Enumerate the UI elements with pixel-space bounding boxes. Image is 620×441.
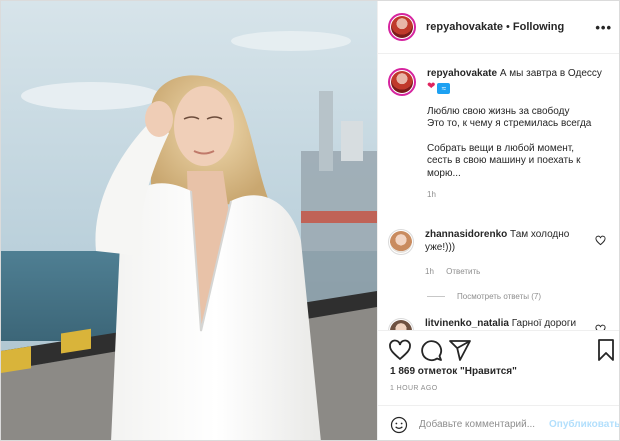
reply-button[interactable]: Ответить [446,267,480,276]
caption-line: морю... [427,167,461,179]
like-comment-heart-icon[interactable] [595,235,606,246]
share-direct-icon[interactable] [448,338,472,362]
comment-time: 1h [425,267,434,276]
comments-section: repyahovakate А мы завтра в Одессу ❤ ≈ Лю… [378,54,619,330]
caption-line: Собрать вещи в любой момент, [427,142,575,154]
following-button[interactable]: Following [513,21,564,33]
more-options-icon[interactable]: ••• [595,20,612,35]
comment-item: zhannasidorenko Там холодно уже!))) 1h О… [388,229,614,279]
post-photo[interactable] [1,1,377,440]
post-timestamp[interactable]: 1 HOUR AGO [390,385,438,392]
instagram-post: repyahovakate • Following ••• repyahovak… [0,0,620,441]
view-replies-label: Посмотреть ответы (7) [457,292,542,301]
comment-item: litvinenko_natalia Гарної дороги [388,318,614,330]
caption-author-avatar[interactable] [388,68,416,96]
action-icons-row [388,338,614,362]
save-bookmark-icon[interactable] [594,338,618,362]
photo-illustration [1,1,377,440]
caption-username[interactable]: repyahovakate [427,68,497,79]
publish-comment-button[interactable]: Опубликовать [549,419,619,430]
view-replies-button[interactable]: Посмотреть ответы (7) [427,292,541,301]
follow-separator: • [506,21,510,33]
likes-count[interactable]: 1 869 отметок "Нравится" [390,366,517,377]
comment-username[interactable]: zhannasidorenko [425,229,507,240]
author-avatar[interactable] [388,13,416,41]
add-comment-row: Опубликовать [378,405,619,440]
commenter-avatar[interactable] [388,318,414,330]
post-caption: repyahovakate А мы завтра в Одессу ❤ ≈ Лю… [388,68,614,202]
red-heart-icon: ❤ [427,80,436,92]
comment-bubble-icon[interactable] [419,338,443,362]
emoji-smile-icon[interactable] [390,416,408,434]
replies-divider [427,296,445,297]
caption-first-line: А мы завтра в Одессу [499,68,602,79]
caption-line: сесть в свою машину и поехать к [427,155,581,166]
caption-time: 1h [427,190,436,199]
comment-username[interactable]: litvinenko_natalia [425,318,509,329]
add-comment-input[interactable] [419,419,545,430]
caption-line: Люблю свою жизнь за свободу [427,105,570,117]
comment-text: Гарної дороги [511,318,577,329]
water-wave-icon: ≈ [437,82,451,94]
like-heart-icon[interactable] [388,338,412,362]
commenter-avatar[interactable] [388,229,414,255]
author-username[interactable]: repyahovakate [426,21,503,33]
post-details-panel: repyahovakate • Following ••• repyahovak… [377,1,619,440]
caption-line: Это то, к чему я стремилась всегда [427,118,592,129]
post-header: repyahovakate • Following ••• [378,1,619,54]
post-actions: 1 869 отметок "Нравится" 1 HOUR AGO Опуб… [378,330,619,440]
